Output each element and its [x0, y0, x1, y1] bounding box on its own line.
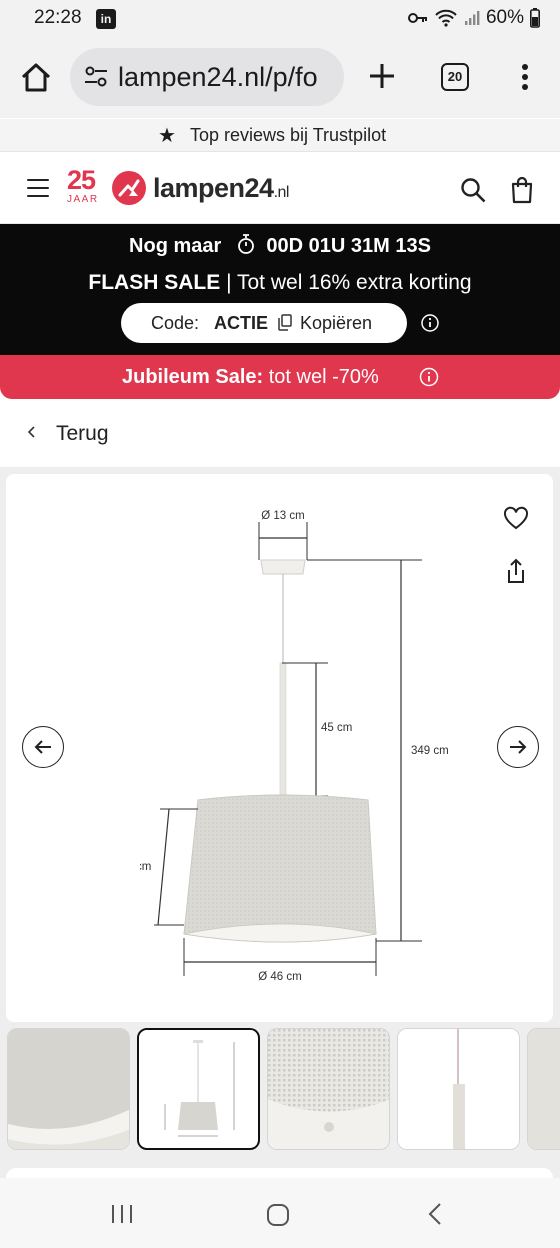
logo-tld: .nl	[273, 184, 290, 201]
site-header: 25 JAAR lampen24.nl	[0, 152, 560, 224]
next-image-button[interactable]	[497, 726, 539, 768]
tab-count-icon[interactable]: 20	[441, 63, 469, 91]
shade-diameter-label: Ø 46 cm	[258, 971, 301, 983]
arrow-right-icon	[510, 740, 527, 754]
status-indicators: 60%	[407, 7, 540, 29]
countdown-label: Nog maar	[129, 235, 222, 257]
info-icon[interactable]	[421, 314, 439, 332]
thumbnail[interactable]	[397, 1028, 520, 1150]
status-time: 22:28	[34, 7, 82, 28]
recent-apps-icon[interactable]	[110, 1204, 134, 1224]
more-vert-icon[interactable]	[515, 62, 535, 92]
product-dimension-drawing: Ø 13 cm 45 cm 349 cm 29 cm Ø 46 cm	[140, 510, 449, 983]
rod-length-label: 45 cm	[321, 722, 352, 734]
thumbnail[interactable]	[7, 1028, 130, 1150]
stopwatch-icon	[237, 234, 254, 254]
key-icon	[407, 13, 427, 23]
thumbnail[interactable]	[527, 1028, 560, 1150]
chevron-left-icon	[27, 426, 35, 438]
logo-name: lampen24	[153, 173, 274, 203]
back-label[interactable]: Terug	[56, 422, 109, 446]
info-icon[interactable]	[419, 367, 439, 387]
sale-text: Tot wel 16% extra korting	[237, 271, 472, 294]
logo-wordmark[interactable]: lampen24.nl	[153, 173, 289, 204]
status-bar: 22:28 in 60%	[0, 0, 560, 38]
home-icon[interactable]	[18, 60, 54, 96]
shade-height-label: 29 cm	[140, 861, 151, 873]
jubileum-text: Jubileum Sale: tot wel -70%	[122, 366, 379, 389]
battery-percent: 60%	[485, 7, 524, 28]
flash-sale-banner: Nog maar 00D 01U 31M 13S FLASH SALE | To…	[0, 224, 560, 355]
wifi-icon	[435, 9, 457, 27]
system-navigation-bar	[0, 1178, 560, 1248]
promo-code-pill[interactable]: Code: ACTIE Kopiëren	[121, 303, 407, 343]
heart-icon[interactable]	[503, 506, 529, 530]
thumbnail-active[interactable]	[137, 1028, 260, 1150]
anniversary-logo[interactable]: 25 JAAR	[67, 166, 105, 210]
total-height-label: 349 cm	[411, 745, 449, 757]
browser-toolbar: lampen24.nl/p/fo 20	[0, 38, 560, 118]
logo-jaar: JAAR	[67, 194, 99, 205]
copy-icon[interactable]	[278, 314, 292, 331]
signal-icon	[464, 11, 480, 25]
sale-row: FLASH SALE | Tot wel 16% extra korting	[0, 271, 560, 295]
logo-years: 25	[67, 165, 96, 195]
thumbnail[interactable]	[267, 1028, 390, 1150]
jubileum-title: Jubileum Sale:	[122, 366, 264, 388]
shopping-bag-icon[interactable]	[510, 176, 534, 204]
sale-separator: |	[226, 271, 232, 294]
star-icon: ★	[158, 125, 176, 147]
battery-icon	[530, 8, 540, 28]
tune-icon[interactable]	[84, 66, 108, 88]
back-link[interactable]: Terug	[0, 399, 560, 467]
linkedin-notification-icon: in	[96, 9, 116, 29]
share-icon[interactable]	[506, 558, 526, 584]
sale-title: FLASH SALE	[88, 271, 221, 294]
home-nav-icon[interactable]	[266, 1203, 290, 1227]
code-value: ACTIE	[214, 313, 268, 333]
url-text[interactable]: lampen24.nl/p/fo	[118, 62, 338, 93]
countdown-value: 00D 01U 31M 13S	[266, 235, 431, 257]
jubileum-discount: tot wel -70%	[268, 366, 379, 388]
trustpilot-text[interactable]: Top reviews bij Trustpilot	[190, 125, 386, 146]
search-icon[interactable]	[460, 177, 486, 203]
trustpilot-bar[interactable]: ★ Top reviews bij Trustpilot	[0, 119, 560, 152]
address-bar[interactable]: lampen24.nl/p/fo	[70, 48, 344, 106]
code-label: Code:	[151, 313, 200, 333]
menu-icon[interactable]	[27, 179, 49, 198]
previous-image-button[interactable]	[22, 726, 64, 768]
arrow-left-icon	[34, 740, 51, 754]
canopy-diameter-label: Ø 13 cm	[261, 510, 304, 522]
thumbnail-strip	[0, 1027, 560, 1152]
plus-icon[interactable]	[366, 60, 398, 92]
lamp-logo-icon[interactable]	[111, 170, 147, 206]
back-nav-icon[interactable]	[428, 1202, 442, 1226]
jubileum-sale-banner[interactable]: Jubileum Sale: tot wel -70%	[0, 355, 560, 399]
countdown-row: Nog maar 00D 01U 31M 13S	[0, 234, 560, 258]
copy-button[interactable]: Kopiëren	[300, 313, 372, 334]
